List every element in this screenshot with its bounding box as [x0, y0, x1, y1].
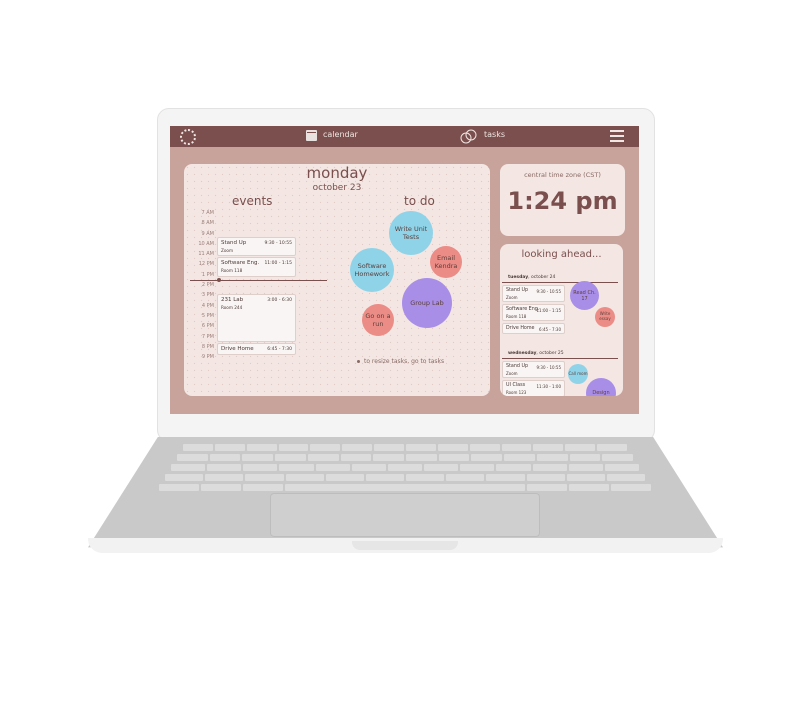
event-time: 11:00 - 1:15 [264, 261, 292, 266]
event-name: Drive Home [506, 326, 535, 331]
ahead-date: , october 25 [536, 351, 564, 356]
ahead-event[interactable]: Drive Home 6:45 - 7:30 [502, 323, 565, 334]
events-title: events [232, 194, 273, 208]
todo-bubble[interactable]: Go on a run [362, 304, 394, 336]
time-label: 7 AM [201, 210, 214, 216]
ahead-date: , october 24 [528, 275, 556, 280]
event-name: UI Class [506, 383, 526, 388]
time-label: 9 AM [201, 230, 214, 237]
time-label: 7 PM [201, 333, 214, 340]
time-label: 8 PM [201, 343, 214, 350]
looking-ahead-title: looking ahead... [521, 249, 602, 260]
top-nav-bar: calendar tasks [170, 126, 639, 147]
todo-bubble[interactable]: Software Homework [350, 248, 394, 292]
event-block[interactable]: Stand Up 9:30 - 10:55 Zoom [217, 237, 296, 256]
ahead-event[interactable]: Software Eng. 11:00 - 1:15 Room 118 [502, 304, 565, 321]
app-screen: calendar tasks monday october 23 events … [170, 126, 639, 414]
event-name: Software Eng. [506, 307, 540, 312]
ahead-weekday: wednesday [508, 351, 537, 356]
time-label: 8 AM [201, 220, 214, 227]
event-location: Zoom [506, 371, 518, 376]
time-axis: 7 AM 8 AM 9 AM 10 AM 11 AM 12 PM 1 PM 2 … [192, 210, 214, 364]
event-name: Stand Up [506, 288, 529, 293]
event-location: Room 123 [506, 390, 527, 395]
event-location: Room 118 [221, 268, 243, 273]
event-location: Room 118 [506, 314, 527, 319]
ahead-task-bubble[interactable]: Read Ch. 17 [570, 281, 599, 310]
event-name: Stand Up [506, 364, 529, 369]
day-date: october 23 [312, 183, 362, 193]
event-block[interactable]: Drive Home 6:45 - 7:30 [217, 343, 296, 355]
ahead-task-bubble[interactable]: Write essay [595, 307, 615, 327]
ahead-day-heading: tuesday, october 24 [508, 275, 555, 280]
nav-tasks-link[interactable]: tasks [484, 130, 505, 139]
laptop-notch [352, 541, 458, 550]
todo-bubble[interactable]: Email Kendra [430, 246, 462, 278]
event-location: Zoom [221, 248, 234, 253]
event-time: 6:45 - 7:30 [539, 327, 561, 332]
event-name: 231 Lab [221, 297, 244, 303]
time-label: 5 PM [201, 312, 214, 319]
event-time: 3:00 - 6:30 [267, 298, 292, 303]
ahead-day-heading: wednesday, october 25 [508, 351, 564, 356]
ahead-event[interactable]: Stand Up 9:30 - 10:55 Zoom [502, 285, 565, 302]
todo-title: to do [404, 194, 435, 208]
time-label: 10 AM [198, 240, 214, 247]
time-label: 2 PM [201, 282, 214, 289]
time-label: 3 PM [201, 292, 214, 299]
event-location: Room 244 [221, 305, 243, 310]
looking-ahead-panel: looking ahead... tuesday, october 24 Sta… [500, 244, 623, 396]
time-label: 4 PM [201, 302, 214, 309]
event-name: Software Eng. [221, 260, 260, 266]
day-separator [502, 358, 618, 359]
time-label: 9 PM [201, 354, 214, 361]
resize-hint[interactable]: to resize tasks, go to tasks [364, 358, 444, 365]
event-location: Zoom [506, 295, 518, 300]
ahead-task-bubble[interactable]: Design [586, 378, 616, 396]
event-time: 6:45 - 7:30 [267, 347, 292, 352]
event-name: Stand Up [221, 240, 247, 246]
event-time: 9:30 - 10:55 [536, 289, 562, 294]
event-time: 9:30 - 10:55 [264, 241, 292, 246]
ahead-event[interactable]: UI Class 11:30 - 1:00 Room 123 [502, 380, 565, 396]
event-time: 9:30 - 10:55 [536, 365, 562, 370]
time-label: 12 PM [198, 261, 214, 268]
ahead-task-bubble[interactable]: Call mom [568, 364, 588, 384]
day-name: monday [306, 164, 368, 182]
current-time: 1:24 pm [507, 187, 618, 215]
current-time-dot [217, 278, 221, 282]
todo-bubble[interactable]: Group Lab [402, 278, 452, 328]
ahead-weekday: tuesday [508, 275, 529, 280]
trackpad [270, 493, 540, 537]
clock-panel: central time zone (CST) 1:24 pm [500, 164, 625, 236]
event-block[interactable]: 231 Lab 3:00 - 6:30 Room 244 [217, 294, 296, 342]
ahead-event[interactable]: Stand Up 9:30 - 10:55 Zoom [502, 361, 565, 378]
time-label: 11 AM [198, 251, 214, 258]
keyboard [155, 444, 655, 492]
day-separator [502, 282, 618, 283]
event-time: 11:30 - 1:00 [536, 384, 562, 389]
time-label: 6 PM [201, 323, 214, 330]
loading-spinner-icon[interactable] [180, 129, 196, 145]
nav-calendar-link[interactable]: calendar [323, 130, 358, 139]
timezone-label: central time zone (CST) [524, 171, 601, 179]
event-name: Drive Home [221, 346, 254, 352]
event-block[interactable]: Software Eng. 11:00 - 1:15 Room 118 [217, 257, 296, 277]
bullet-icon [357, 360, 360, 363]
current-time-line [190, 280, 327, 281]
day-panel: monday october 23 events to do 7 AM 8 AM… [184, 164, 490, 396]
tasks-icon[interactable] [460, 129, 477, 144]
event-time: 11:00 - 1:15 [536, 308, 562, 313]
hamburger-menu-icon[interactable] [610, 130, 624, 142]
todo-bubble[interactable]: Write Unit Tests [389, 211, 433, 255]
calendar-icon[interactable] [306, 130, 317, 141]
